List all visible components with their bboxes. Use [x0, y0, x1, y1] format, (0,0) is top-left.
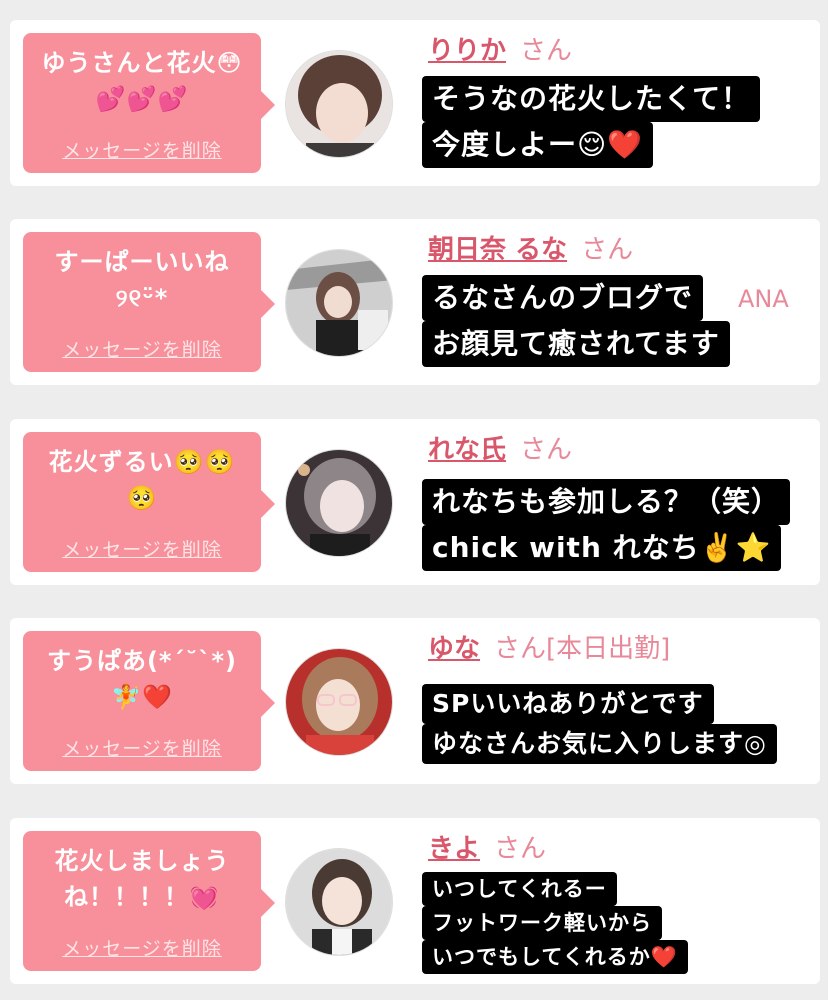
avatar[interactable]	[285, 50, 393, 158]
message-bubble: すーぱーいいね ୨୧ᵕ̈* メッセージを削除	[23, 232, 275, 372]
message-text: 花火ずるい🥺🥺 🥺	[48, 448, 236, 512]
delete-message-link[interactable]: メッセージを削除	[23, 734, 261, 761]
message-list: ゆうさんと花火😳 💕💕💕 メッセージを削除 りりか さん そうなの花火したくて！ …	[0, 0, 828, 1000]
caption-line: お顔見て癒されてます	[422, 321, 730, 367]
avatar[interactable]	[285, 449, 393, 557]
honorific: さん	[581, 235, 634, 265]
sender-name-row: りりか さん	[428, 34, 572, 68]
caption-line: いつしてくれるー	[422, 872, 617, 906]
sender-name-link[interactable]: きよ	[428, 834, 480, 864]
caption-overlay: れなちも参加しる？（笑） chick with れなち✌️⭐	[422, 479, 791, 571]
caption-line: 今度しよー😌❤️	[422, 122, 654, 168]
delete-message-link[interactable]: メッセージを削除	[23, 335, 261, 362]
sender-name-row: れな氏 さん	[428, 433, 572, 467]
avatar[interactable]	[285, 249, 393, 357]
message-bubble: すうぱあ(*´˘`*) 🧚❤️ メッセージを削除	[23, 631, 275, 771]
sender-name-row: ゆな さん[本日出勤]	[428, 632, 670, 666]
sender-name-link[interactable]: 朝日奈 るな	[428, 235, 567, 265]
honorific: さん	[494, 834, 547, 864]
sender-name-link[interactable]: ゆな	[428, 634, 480, 664]
honorific: さん[本日出勤]	[494, 634, 671, 664]
caption-line: フットワーク軽いから	[422, 906, 662, 940]
caption-overlay: そうなの花火したくて！ 今度しよー😌❤️	[422, 76, 761, 168]
caption-line: れなちも参加しる？（笑）	[422, 479, 791, 525]
caption-overlay: るなさんのブログで お顔見て癒されてます	[422, 275, 730, 367]
message-text: すうぱあ(*´˘`*) 🧚❤️	[46, 647, 238, 711]
caption-line: いつでもしてくれるか❤️	[422, 940, 688, 974]
sender-name-row: 朝日奈 るな さん	[428, 233, 633, 267]
caption-line: chick with れなち✌️⭐	[422, 525, 782, 571]
delete-message-link[interactable]: メッセージを削除	[23, 136, 261, 163]
sender-name-link[interactable]: れな氏	[428, 435, 506, 465]
sender-name-link[interactable]: りりか	[428, 36, 506, 66]
caption-line: ゆなさんお気に入りします◎	[422, 724, 777, 764]
sender-name-row: きよ さん	[428, 832, 546, 866]
delete-message-link[interactable]: メッセージを削除	[23, 934, 261, 961]
caption-overlay: いつしてくれるー フットワーク軽いから いつでもしてくれるか❤️	[422, 872, 688, 974]
message-card: すうぱあ(*´˘`*) 🧚❤️ メッセージを削除 ゆな さん[本日出勤] SPいい…	[10, 618, 820, 784]
message-bubble: 花火ずるい🥺🥺 🥺 メッセージを削除	[23, 432, 275, 572]
message-card: 花火しましょう ね！！！！💓 メッセージを削除 きよ さん いつしてくれるー フッ…	[10, 818, 820, 984]
honorific: さん	[520, 36, 573, 66]
caption-line: SPいいねありがとです	[422, 684, 714, 724]
message-text: すーぱーいいね ୨୧ᵕ̈*	[54, 248, 230, 312]
caption-line: るなさんのブログで	[422, 275, 704, 321]
caption-line: そうなの花火したくて！	[422, 76, 761, 122]
message-text: 花火しましょう ね！！！！💓	[54, 847, 230, 911]
honorific: さん	[520, 435, 573, 465]
avatar[interactable]	[285, 648, 393, 756]
message-text: ゆうさんと花火😳 💕💕💕	[41, 49, 243, 113]
avatar[interactable]	[285, 848, 393, 956]
message-bubble: 花火しましょう ね！！！！💓 メッセージを削除	[23, 831, 275, 971]
message-card: ゆうさんと花火😳 💕💕💕 メッセージを削除 りりか さん そうなの花火したくて！ …	[10, 20, 820, 186]
profile-tag-text: ANA	[738, 285, 789, 313]
message-card: すーぱーいいね ୨୧ᵕ̈* メッセージを削除 朝日奈 るな さん ANA るなさん…	[10, 219, 820, 385]
caption-overlay: SPいいねありがとです ゆなさんお気に入りします◎	[422, 684, 777, 764]
message-card: 花火ずるい🥺🥺 🥺 メッセージを削除 れな氏 さん れなちも参加しる？（笑） ch…	[10, 419, 820, 585]
message-bubble: ゆうさんと花火😳 💕💕💕 メッセージを削除	[23, 33, 275, 173]
delete-message-link[interactable]: メッセージを削除	[23, 535, 261, 562]
